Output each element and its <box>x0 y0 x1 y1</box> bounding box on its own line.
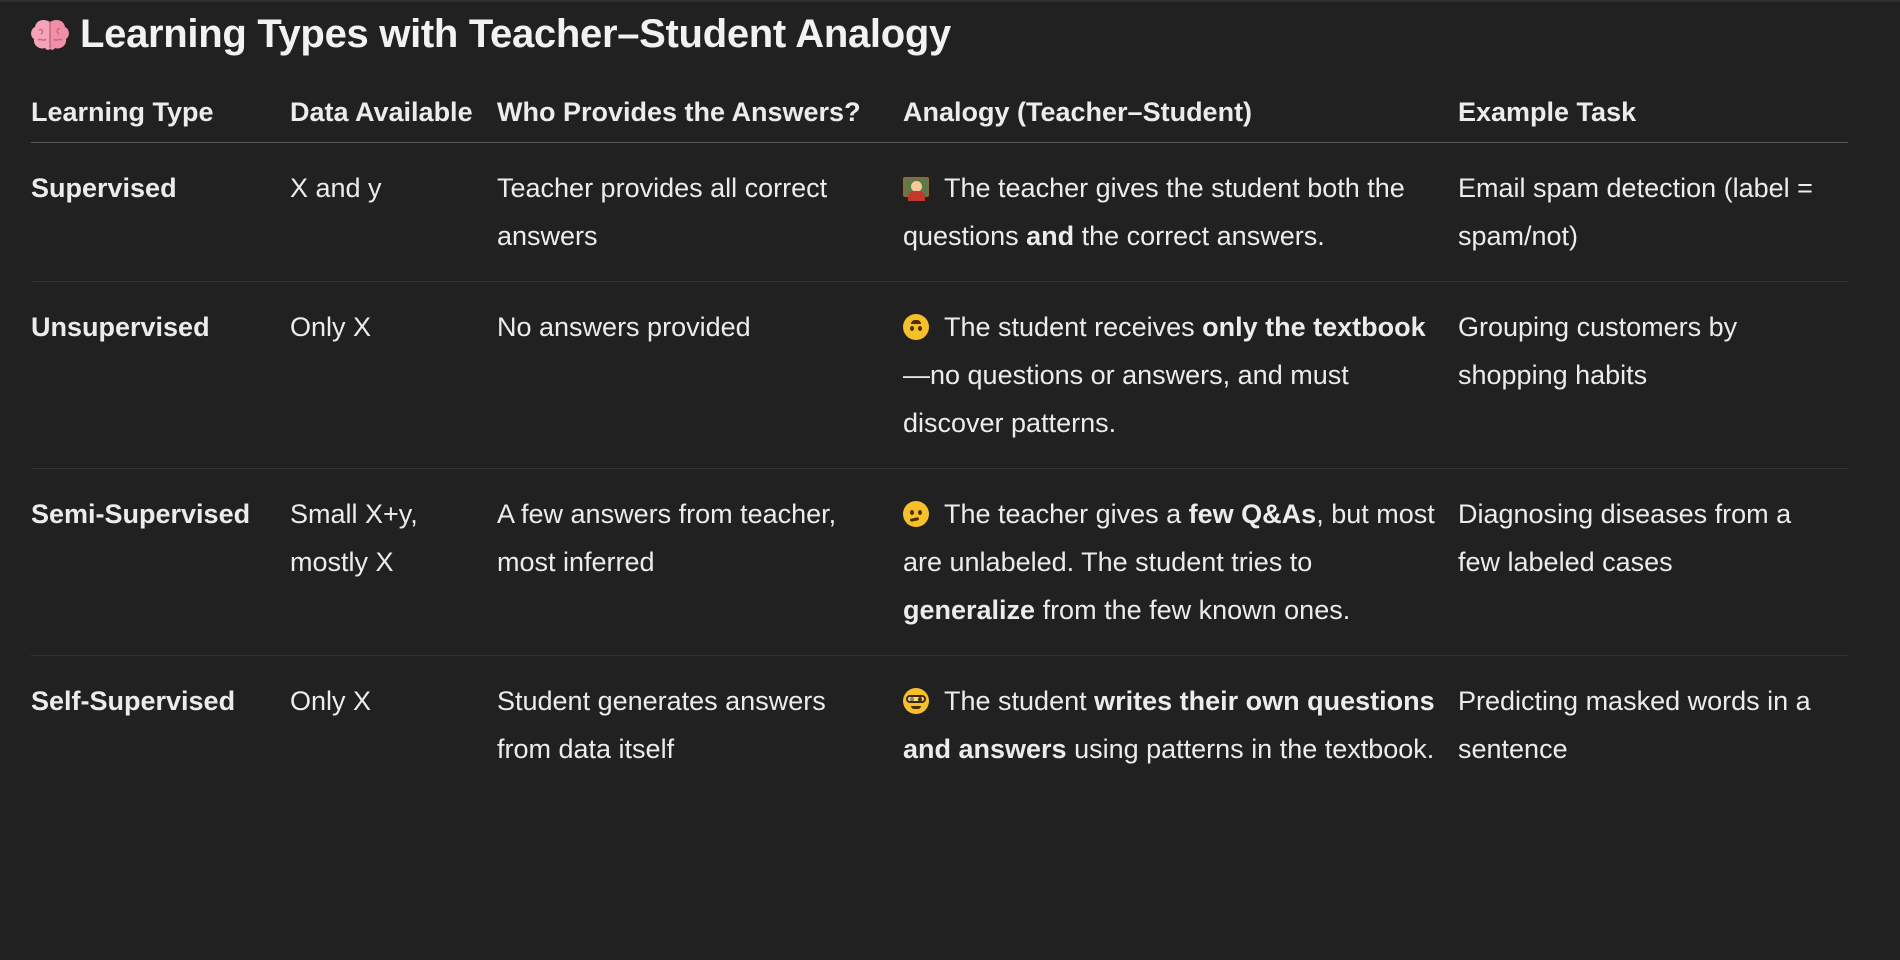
analogy-cell: The student writes their own questions a… <box>903 656 1458 795</box>
analogy-text: the correct answers. <box>1074 221 1325 251</box>
analogy-text: using patterns in the textbook. <box>1066 734 1435 764</box>
table-row: Supervised X and y Teacher provides all … <box>31 142 1848 282</box>
analogy-bold-text: generalize <box>903 595 1036 625</box>
column-header-data-available: Data Available <box>290 96 497 143</box>
table-row: Semi-Supervised Small X+y, mostly X A fe… <box>31 468 1848 656</box>
table-header-row: Learning Type Data Available Who Provide… <box>31 96 1848 143</box>
analogy-bold-text: and <box>1026 221 1075 251</box>
example-task-cell: Email spam detection (label = spam/not) <box>1458 142 1848 282</box>
learning-type-cell: Supervised <box>31 142 290 282</box>
analogy-text: —no questions or answers, and must disco… <box>903 360 1349 438</box>
analogy-text: The student receives <box>937 312 1203 342</box>
nerd-face-icon <box>903 688 929 714</box>
thinking-face-icon <box>903 501 929 527</box>
analogy-text: The teacher gives a <box>937 499 1189 529</box>
page-title: Learning Types with Teacher–Student Anal… <box>30 12 951 57</box>
column-header-learning-type: Learning Type <box>31 96 290 143</box>
who-provides-cell: No answers provided <box>497 281 903 469</box>
learning-type-cell: Self-Supervised <box>31 686 236 716</box>
data-available-cell: Small X+y, mostly X <box>290 468 497 656</box>
example-task-cell: Grouping customers by shopping habits <box>1458 281 1848 469</box>
analogy-bold-text: few Q&As <box>1188 499 1317 529</box>
example-task-cell: Predicting masked words in a sentence <box>1458 686 1811 764</box>
analogy-cell: The student receives only the textbook —n… <box>903 281 1458 469</box>
column-header-example-task: Example Task <box>1458 96 1848 143</box>
analogy-cell: The teacher gives the student both the q… <box>903 142 1458 282</box>
analogy-text: from the few known ones. <box>1035 595 1351 625</box>
analogy-bold-text: only the textbook <box>1202 312 1426 342</box>
analogy-cell: The teacher gives a few Q&As, but most a… <box>903 468 1458 656</box>
learning-type-cell: Semi-Supervised <box>31 468 290 656</box>
column-header-analogy: Analogy (Teacher–Student) <box>903 96 1458 143</box>
who-provides-cell: Student generates answers from data itse… <box>497 686 826 764</box>
data-available-cell: Only X <box>290 281 497 469</box>
who-provides-cell: Teacher provides all correct answers <box>497 142 903 282</box>
analogy-text: The student <box>937 686 1095 716</box>
learning-type-cell: Unsupervised <box>31 281 290 469</box>
column-header-who-provides: Who Provides the Answers? <box>497 96 903 143</box>
teacher-icon <box>903 175 929 201</box>
data-available-cell: X and y <box>290 142 497 282</box>
example-task-cell: Diagnosing diseases from a few labeled c… <box>1458 468 1848 656</box>
top-divider <box>0 0 1900 2</box>
data-available-cell: Only X <box>290 686 372 716</box>
learning-types-table: Learning Type Data Available Who Provide… <box>31 96 1848 794</box>
upside-down-face-icon <box>903 314 929 340</box>
brain-icon <box>30 18 70 52</box>
page-title-text: Learning Types with Teacher–Student Anal… <box>80 12 951 56</box>
table-row: Unsupervised Only X No answers provided … <box>31 281 1848 469</box>
table-row: Self-Supervised Only X Student generates… <box>31 656 1848 795</box>
who-provides-cell: A few answers from teacher, most inferre… <box>497 468 903 656</box>
